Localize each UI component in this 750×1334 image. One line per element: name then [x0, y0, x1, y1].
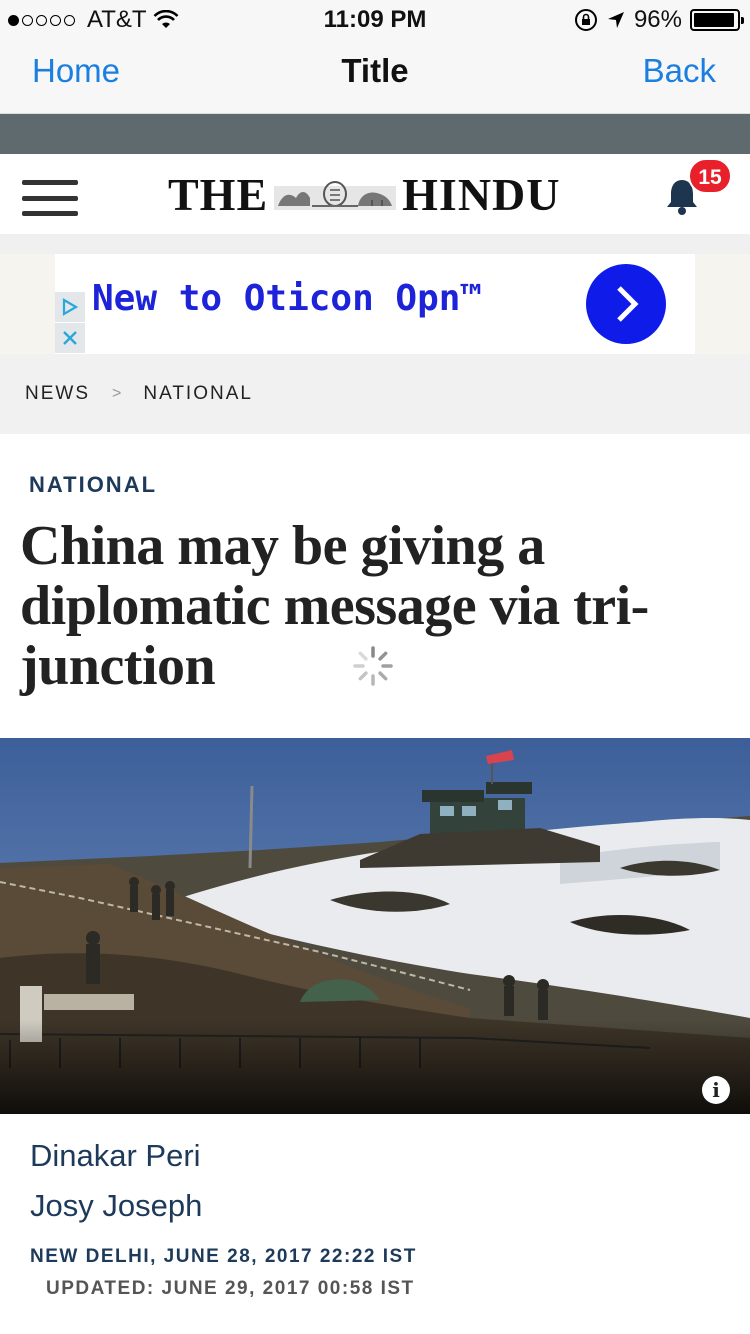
navigation-bar: Home Title Back — [0, 40, 750, 114]
loading-spinner-icon — [353, 646, 393, 686]
status-right: 96% — [574, 6, 744, 34]
battery-fill — [694, 13, 735, 27]
breadcrumb: NEWS > NATIONAL — [0, 354, 750, 434]
the-hindu-logo[interactable]: THE HINDU — [168, 168, 561, 221]
close-icon[interactable] — [55, 323, 85, 353]
battery-percent: 96% — [633, 6, 682, 33]
hamburger-menu-icon[interactable] — [22, 180, 78, 216]
orientation-lock-icon — [574, 9, 597, 31]
article-dateline: NEW DELHI, JUNE 28, 2017 22:22 IST — [30, 1246, 417, 1267]
breadcrumb-news[interactable]: NEWS — [25, 383, 90, 405]
article-photo[interactable] — [0, 738, 750, 1114]
logo-word-hindu: HINDU — [402, 169, 561, 220]
location-arrow-icon — [607, 12, 624, 28]
back-button[interactable]: Back — [643, 52, 716, 90]
toolbar-strip — [0, 114, 750, 154]
crest-emblem-icon — [274, 180, 397, 210]
author-link[interactable]: Josy Joseph — [30, 1188, 202, 1224]
ad-headline[interactable]: New to Oticon Opn™ — [92, 278, 482, 319]
adchoices-icon[interactable] — [55, 292, 85, 322]
masthead: THE HINDU — [0, 154, 750, 234]
home-button[interactable]: Home — [32, 52, 120, 90]
spacer-band — [0, 234, 750, 254]
author-link[interactable]: Dinakar Peri — [30, 1138, 201, 1174]
status-bar: AT&T 11:09 PM 96% — [0, 0, 750, 40]
battery-icon — [690, 9, 744, 31]
breadcrumb-national[interactable]: NATIONAL — [143, 383, 253, 405]
article-updated: UPDATED: JUNE 29, 2017 00:58 IST — [46, 1278, 415, 1299]
breadcrumb-separator: > — [112, 385, 124, 402]
section-label[interactable]: NATIONAL — [29, 472, 157, 498]
photo-info-icon[interactable]: i — [702, 1076, 730, 1104]
chevron-right-icon[interactable] — [586, 264, 666, 344]
notification-count-badge[interactable]: 15 — [688, 158, 732, 194]
logo-word-the: THE — [168, 169, 269, 220]
